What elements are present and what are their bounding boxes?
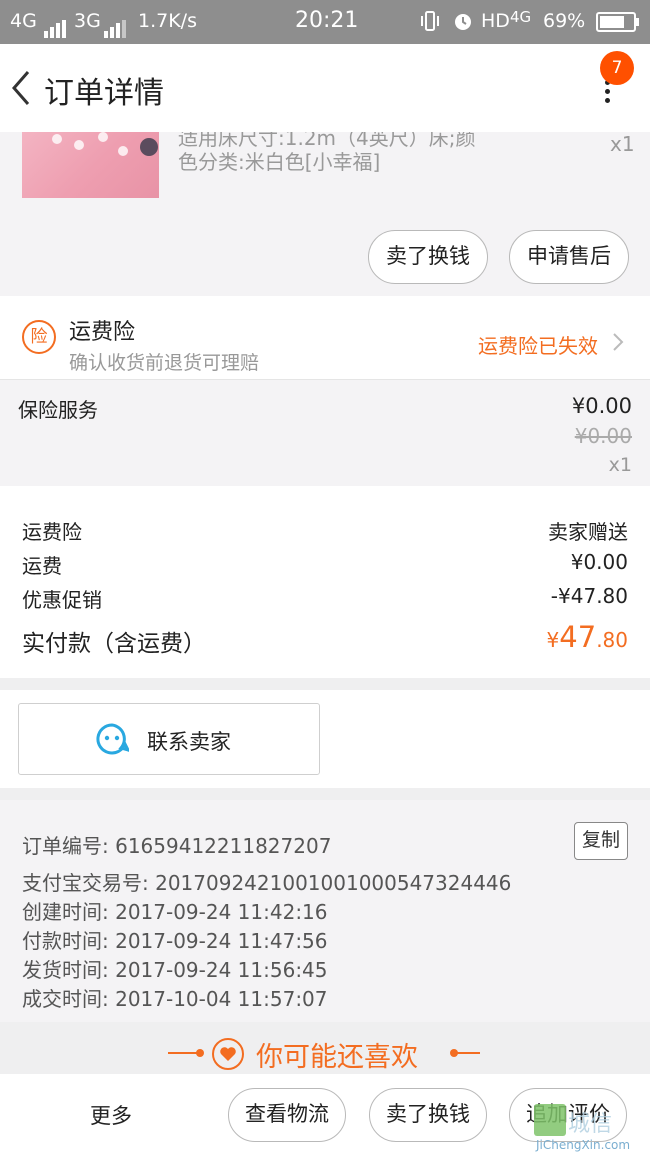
shipping-insurance-row[interactable]: 险 运费险 确认收货前退货可理赔 运费险已失效 [0, 296, 650, 380]
sell-for-cash-button[interactable]: 卖了换钱 [369, 1088, 487, 1142]
total-decimal: .80 [596, 628, 628, 652]
network-speed: 1.7K/s [138, 10, 197, 32]
vibrate-icon [420, 10, 440, 37]
total-currency: ¥ [546, 628, 560, 652]
summary-label: 运费险 [22, 520, 82, 544]
back-icon[interactable] [10, 68, 34, 108]
alarm-icon [452, 10, 474, 37]
order-info: 订单编号: 61659412211827207 复制 支付宝交易号: 20170… [0, 800, 650, 1022]
summary-label: 优惠促销 [22, 588, 102, 612]
battery-level: 69% [543, 10, 586, 32]
hd-indicator: HD [481, 10, 510, 32]
shipped-time: 发货时间: 2017-09-24 11:56:45 [22, 958, 328, 982]
summary-label: 运费 [22, 554, 62, 578]
service-title: 保险服务 [18, 398, 98, 422]
network-type-3: 4G [510, 8, 532, 26]
chat-icon [95, 722, 131, 756]
bottom-action-bar: 更多 查看物流 卖了换钱 追加评价 城信 JiChengXin.com [0, 1074, 650, 1155]
sell-for-cash-button[interactable]: 卖了换钱 [368, 230, 488, 284]
divider-dot [196, 1049, 204, 1057]
service-quantity: x1 [608, 454, 632, 476]
network-type-2: 3G [74, 10, 101, 32]
view-logistics-button[interactable]: 查看物流 [228, 1088, 346, 1142]
battery-icon [596, 12, 640, 37]
product-spec-line2: 色分类:米白色[小幸福] [178, 150, 381, 174]
summary-value: ¥0.00 [570, 550, 628, 574]
total-label: 实付款（含运费） [22, 631, 206, 657]
page-title: 订单详情 [44, 76, 164, 111]
apply-after-sale-button[interactable]: 申请售后 [509, 230, 629, 284]
service-original-price: ¥0.00 [574, 424, 632, 448]
contact-seller-button[interactable]: 联系卖家 [18, 703, 320, 775]
clock: 20:21 [295, 8, 359, 33]
order-item[interactable]: 适用床尺寸:1.2m（4英尺）床;颜 色分类:米白色[小幸福] x1 卖了换钱 … [0, 132, 650, 296]
copy-button[interactable]: 复制 [574, 822, 628, 860]
more-button[interactable]: 更多 [90, 1100, 132, 1130]
insurance-subtitle: 确认收货前退货可理赔 [69, 352, 260, 374]
nav-bar: 订单详情 7 [0, 44, 650, 132]
recommend-title: 你可能还喜欢 [256, 1042, 418, 1073]
item-quantity: x1 [610, 132, 635, 156]
summary-value: -¥47.80 [550, 584, 628, 608]
alipay-trade-number: 支付宝交易号: 2017092421001001000547324446 [22, 871, 512, 895]
chevron-right-icon [612, 332, 624, 352]
watermark: 城信 JiChengXin.com [534, 1104, 650, 1154]
order-number: 订单编号: 61659412211827207 [22, 834, 332, 858]
summary-value: 卖家赠送 [548, 520, 628, 544]
watermark-text: 城信 [568, 1112, 613, 1137]
service-price: ¥0.00 [571, 394, 632, 418]
paid-time: 付款时间: 2017-09-24 11:47:56 [22, 929, 328, 953]
watermark-sub: JiChengXin.com [536, 1138, 631, 1152]
divider [452, 1052, 480, 1054]
created-time: 创建时间: 2017-09-24 11:42:16 [22, 900, 328, 924]
status-bar: 4G 3G 1.7K/s 20:21 HD 4G 69% [0, 0, 650, 44]
insurance-service-row: 保险服务 ¥0.00 ¥0.00 x1 [0, 380, 650, 486]
contact-section: 联系卖家 [0, 690, 650, 788]
price-summary: 运费险 卖家赠送 运费 ¥0.00 优惠促销 -¥47.80 实付款（含运费） … [0, 486, 650, 678]
recommend-header: 你可能还喜欢 [0, 1022, 650, 1074]
total-amount: ¥47.80 [547, 620, 628, 654]
insurance-icon: 险 [22, 320, 56, 354]
contact-seller-label: 联系卖家 [147, 730, 231, 754]
insurance-status: 运费险已失效 [478, 334, 598, 358]
notification-badge: 7 [600, 51, 634, 85]
product-thumbnail[interactable] [22, 132, 159, 198]
heart-icon [212, 1038, 244, 1070]
total-integer: 47 [559, 620, 597, 654]
insurance-title: 运费险 [69, 320, 136, 345]
network-type-1: 4G [10, 10, 37, 32]
completed-time: 成交时间: 2017-10-04 11:57:07 [22, 987, 328, 1011]
